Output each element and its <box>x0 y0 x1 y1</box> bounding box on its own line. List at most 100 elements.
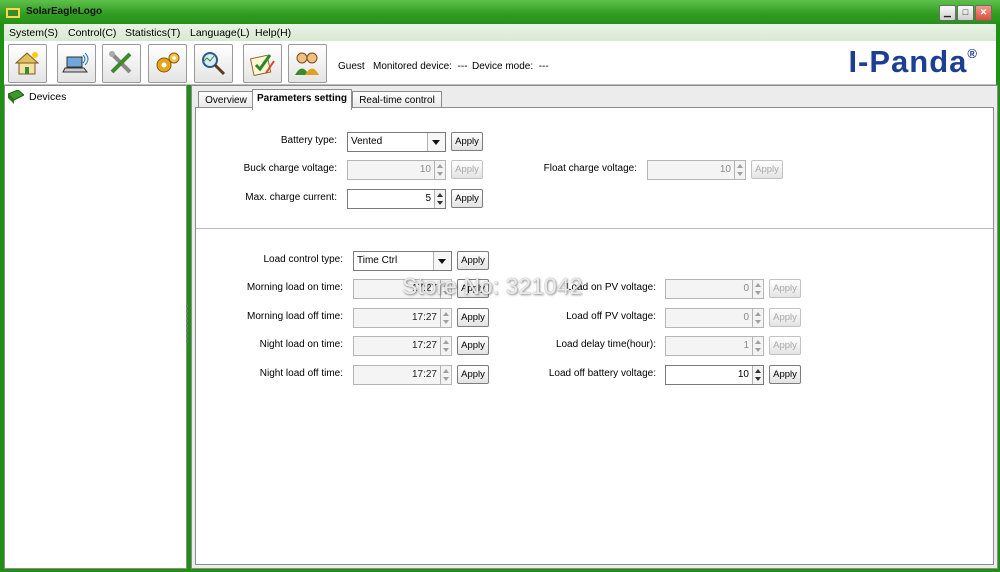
spin-arrows-icon <box>440 309 451 327</box>
application-window: SolarEagleLogo ▁ □ ✕ System(S) Control(C… <box>0 0 1000 572</box>
minimize-button[interactable]: ▁ <box>939 5 956 21</box>
load-delay-time-apply-button[interactable]: Apply <box>769 336 801 355</box>
spin-arrows-icon <box>440 337 451 355</box>
window-title: SolarEagleLogo <box>26 6 103 17</box>
load-off-battery-voltage-label: Load off battery voltage: <box>548 368 656 379</box>
spin-arrows-icon <box>434 161 445 179</box>
float-charge-voltage-stepper[interactable]: 10 <box>647 160 746 180</box>
night-load-on-time-apply-button[interactable]: Apply <box>457 336 489 355</box>
load-on-pv-voltage-apply-button[interactable]: Apply <box>769 279 801 298</box>
load-off-battery-voltage-apply-button[interactable]: Apply <box>769 365 801 384</box>
toolbar: Guest Monitored device: --- Device mode:… <box>4 41 996 85</box>
home-tool-button[interactable] <box>8 44 47 83</box>
spin-arrows-icon <box>734 161 745 179</box>
monitor-tool-button[interactable] <box>194 44 233 83</box>
users-tool-button[interactable] <box>288 44 327 83</box>
maximize-button[interactable]: □ <box>957 5 974 21</box>
buck-charge-voltage-apply-button[interactable]: Apply <box>451 160 483 179</box>
brand-logo: I-Panda® <box>848 44 978 80</box>
laptop-wireless-icon <box>62 52 89 73</box>
night-load-off-time-value: 17:27 <box>411 369 437 380</box>
tree-item-label: Devices <box>29 91 67 103</box>
menu-bar: System(S) Control(C) Statistics(T) Langu… <box>4 24 996 41</box>
battery-type-label: Battery type: <box>280 135 337 146</box>
night-load-on-time-stepper[interactable]: 17:27 <box>353 336 452 356</box>
max-charge-current-apply-button[interactable]: Apply <box>451 189 483 208</box>
chevron-down-icon <box>433 252 451 270</box>
spin-arrows-icon <box>440 366 451 384</box>
pane-splitter-handle[interactable] <box>186 305 189 345</box>
morning-load-on-time-label: Morning load on time: <box>246 282 343 293</box>
load-off-battery-voltage-value: 10 <box>737 369 749 380</box>
close-button[interactable]: ✕ <box>975 5 992 21</box>
night-load-on-time-label: Night load on time: <box>259 339 343 350</box>
float-charge-voltage-value: 10 <box>719 164 731 175</box>
load-control-type-apply-button[interactable]: Apply <box>457 251 489 270</box>
spin-arrows-icon <box>434 190 445 208</box>
tab-parameters-setting[interactable]: Parameters setting <box>252 89 352 110</box>
load-control-type-select[interactable]: Time Ctrl <box>353 251 452 271</box>
load-control-type-label: Load control type: <box>263 254 344 265</box>
checklist-icon <box>249 54 275 77</box>
logo-registered: ® <box>967 46 978 61</box>
house-icon <box>14 52 40 75</box>
night-load-on-time-value: 17:27 <box>411 340 437 351</box>
battery-type-select[interactable]: Vented <box>347 132 446 152</box>
logo-text: I-Panda <box>848 44 968 79</box>
float-charge-voltage-apply-button[interactable]: Apply <box>751 160 783 179</box>
device-mode-label: Device mode: --- <box>472 61 549 72</box>
max-charge-current-stepper[interactable]: 5 <box>347 189 446 209</box>
morning-load-off-time-label: Morning load off time: <box>247 311 343 322</box>
menu-system[interactable]: System(S) <box>9 27 58 39</box>
night-load-off-time-apply-button[interactable]: Apply <box>457 365 489 384</box>
spin-arrows-icon <box>752 337 763 355</box>
devices-icon <box>8 90 24 104</box>
parameters-tool-button[interactable] <box>148 44 187 83</box>
user-label: Guest <box>338 61 365 72</box>
menu-statistics[interactable]: Statistics(T) <box>125 27 180 39</box>
spin-arrows-icon <box>752 309 763 327</box>
monitored-device-label: Monitored device: --- <box>373 61 468 72</box>
users-icon <box>295 52 319 75</box>
battery-type-apply-button[interactable]: Apply <box>451 132 483 151</box>
menu-language[interactable]: Language(L) <box>190 27 250 39</box>
load-off-battery-voltage-stepper[interactable]: 10 <box>665 365 764 385</box>
load-on-pv-voltage-value: 0 <box>743 283 749 294</box>
load-delay-time-label: Load delay time(hour): <box>555 339 656 350</box>
menu-help[interactable]: Help(H) <box>255 27 291 39</box>
float-charge-voltage-label: Float charge voltage: <box>543 163 637 174</box>
section-divider <box>196 228 993 229</box>
settings-tool-button[interactable] <box>102 44 141 83</box>
tools-icon <box>109 51 132 74</box>
spin-arrows-icon <box>752 280 763 298</box>
title-bar[interactable]: SolarEagleLogo ▁ □ ✕ <box>0 0 1000 24</box>
parameters-panel: Battery type: Vented Apply Buck charge v… <box>195 107 994 565</box>
load-off-pv-voltage-value: 0 <box>743 312 749 323</box>
device-tree-pane: Devices <box>4 85 187 569</box>
load-off-pv-voltage-apply-button[interactable]: Apply <box>769 308 801 327</box>
report-tool-button[interactable] <box>243 44 282 83</box>
chevron-down-icon <box>427 133 445 151</box>
load-off-pv-voltage-label: Load off PV voltage: <box>566 311 656 322</box>
max-charge-current-label: Max. charge current: <box>245 192 337 203</box>
load-off-pv-voltage-stepper[interactable]: 0 <box>665 308 764 328</box>
battery-type-value: Vented <box>351 136 383 147</box>
connection-tool-button[interactable] <box>57 44 96 83</box>
max-charge-current-value: 5 <box>425 193 431 204</box>
load-delay-time-stepper[interactable]: 1 <box>665 336 764 356</box>
buck-charge-voltage-label: Buck charge voltage: <box>243 163 337 174</box>
app-icon <box>6 8 20 18</box>
gears-icon <box>156 52 180 73</box>
buck-charge-voltage-value: 10 <box>419 164 431 175</box>
load-control-type-value: Time Ctrl <box>357 255 398 266</box>
night-load-off-time-label: Night load off time: <box>259 368 343 379</box>
morning-load-off-time-value: 17:27 <box>411 312 437 323</box>
load-on-pv-voltage-stepper[interactable]: 0 <box>665 279 764 299</box>
menu-control[interactable]: Control(C) <box>68 27 116 39</box>
morning-load-off-time-stepper[interactable]: 17:27 <box>353 308 452 328</box>
buck-charge-voltage-stepper[interactable]: 10 <box>347 160 446 180</box>
store-watermark: Store No: 321042 <box>402 273 583 299</box>
morning-load-off-time-apply-button[interactable]: Apply <box>457 308 489 327</box>
night-load-off-time-stepper[interactable]: 17:27 <box>353 365 452 385</box>
spin-arrows-icon <box>752 366 763 384</box>
